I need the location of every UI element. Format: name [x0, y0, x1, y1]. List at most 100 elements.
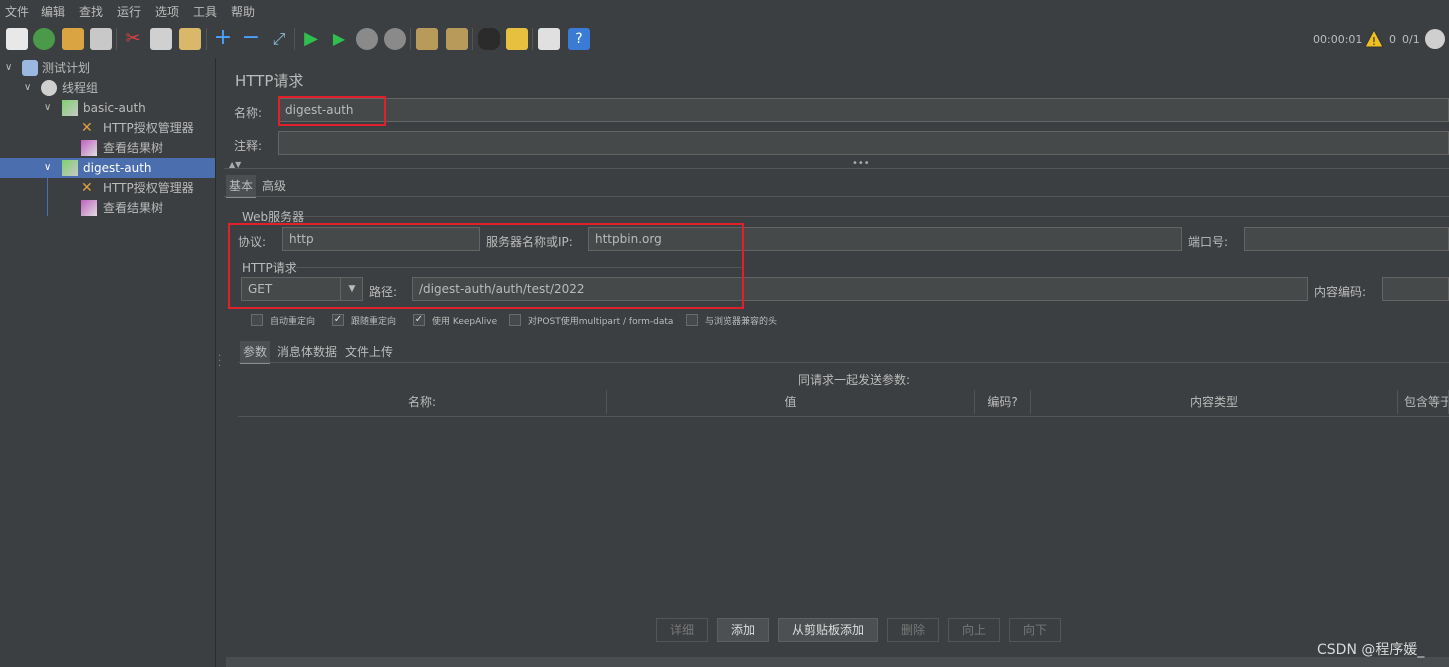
sampler-icon — [62, 160, 78, 176]
toggle-icon[interactable]: ⤢ — [268, 28, 290, 50]
move-down-button[interactable]: 向下 — [1009, 618, 1061, 642]
reset-search-icon[interactable] — [506, 28, 528, 50]
test-plan-tree: ∨ 测试计划 ∨ 线程组 ∨ basic-auth ✕ HTTP授权管理器 查看… — [0, 58, 216, 667]
splitter-grip-icon[interactable]: · · · — [218, 352, 221, 372]
encoding-field[interactable] — [1382, 277, 1449, 301]
toolbar: ✂ + − ⤢ ▶ ▶ ? 00:00:01 ! 0 0/1 — [0, 22, 1449, 59]
name-label: 名称: — [234, 106, 263, 120]
toolbar-separator — [472, 28, 473, 50]
toolbar-separator — [532, 28, 533, 50]
keepalive-checkbox[interactable]: ✓ — [413, 314, 425, 326]
remote-status-icon — [1425, 29, 1445, 49]
tools-icon: ✕ — [81, 180, 93, 196]
menu-search[interactable]: 查找 — [79, 3, 103, 20]
start-icon[interactable]: ▶ — [300, 28, 322, 50]
tree-node-auth-manager[interactable]: ✕ HTTP授权管理器 — [0, 118, 215, 138]
menu-file[interactable]: 文件 — [5, 3, 29, 20]
browser-headers-label: 与浏览器兼容的头 — [705, 317, 778, 327]
delete-button[interactable]: 删除 — [887, 618, 939, 642]
toolbar-separator — [116, 28, 117, 50]
menu-tools[interactable]: 工具 — [193, 3, 217, 20]
paste-icon[interactable] — [179, 28, 201, 50]
divider — [224, 168, 1449, 169]
section-divider — [304, 216, 1449, 217]
tab-parameters[interactable]: 参数 — [240, 341, 271, 364]
clear-all-icon[interactable] — [446, 28, 468, 50]
warning-icon[interactable]: ! — [1364, 29, 1384, 49]
function-helper-icon[interactable] — [538, 28, 560, 50]
name-field[interactable]: digest-auth — [278, 98, 1449, 122]
menu-options[interactable]: 选项 — [155, 3, 179, 20]
watermark: CSDN @程序媛_ — [1317, 642, 1425, 658]
tree-node-auth-manager[interactable]: ✕ HTTP授权管理器 — [0, 178, 215, 198]
keepalive-label: 使用 KeepAlive — [432, 317, 498, 327]
column-value[interactable]: 值 — [607, 390, 975, 414]
auto-redirect-label: 自动重定向 — [270, 317, 316, 327]
tree-node-digest-auth[interactable]: ∨ digest-auth — [0, 158, 215, 178]
tab-divider — [238, 362, 1449, 363]
tree-node-results-tree[interactable]: 查看结果树 — [0, 198, 215, 218]
templates-icon[interactable] — [33, 28, 55, 50]
params-caption: 同请求一起发送参数: — [798, 373, 911, 387]
port-field[interactable] — [1244, 227, 1449, 251]
tab-body-data[interactable]: 消息体数据 — [274, 341, 340, 362]
tree-node-test-plan[interactable]: ∨ 测试计划 — [0, 58, 215, 78]
tab-file-upload[interactable]: 文件上传 — [342, 341, 396, 362]
chevron-down-icon[interactable]: ∨ — [5, 58, 12, 78]
toolbar-separator — [410, 28, 411, 50]
open-icon[interactable] — [62, 28, 84, 50]
column-name[interactable]: 名称: — [238, 390, 607, 414]
collapse-icon[interactable]: − — [240, 27, 262, 50]
menu-bar: 文件 编辑 查找 运行 选项 工具 帮助 — [0, 0, 1449, 22]
search-icon[interactable] — [478, 28, 500, 50]
copy-icon[interactable] — [150, 28, 172, 50]
column-content-type[interactable]: 内容类型 — [1031, 390, 1398, 414]
clear-icon[interactable] — [416, 28, 438, 50]
tab-advanced[interactable]: 高级 — [259, 175, 289, 196]
listener-icon — [81, 200, 97, 216]
column-encode[interactable]: 编码? — [975, 390, 1031, 414]
tree-label: basic-auth — [83, 101, 146, 115]
move-up-button[interactable]: 向上 — [948, 618, 1000, 642]
start-no-pause-icon[interactable]: ▶ — [328, 28, 350, 50]
stop-icon[interactable] — [356, 28, 378, 50]
chevron-down-icon[interactable]: ∨ — [44, 158, 51, 178]
browser-headers-checkbox[interactable] — [686, 314, 698, 326]
comment-field[interactable] — [278, 131, 1449, 155]
tree-node-thread-group[interactable]: ∨ 线程组 — [0, 78, 215, 98]
save-icon[interactable] — [90, 28, 112, 50]
highlight-box — [228, 223, 744, 309]
port-label: 端口号: — [1188, 235, 1229, 249]
encoding-label: 内容编码: — [1314, 285, 1367, 299]
column-include-equals[interactable]: 包含等于 — [1398, 390, 1449, 414]
add-from-clipboard-button[interactable]: 从剪贴板添加 — [778, 618, 878, 642]
comment-label: 注释: — [234, 139, 263, 153]
page-title: HTTP请求 — [235, 72, 304, 90]
chevron-down-icon[interactable]: ∨ — [44, 98, 51, 118]
highlight-box — [278, 96, 386, 126]
tab-basic[interactable]: 基本 — [226, 175, 257, 198]
multipart-checkbox[interactable] — [509, 314, 521, 326]
auto-redirect-checkbox[interactable] — [251, 314, 263, 326]
menu-run[interactable]: 运行 — [117, 3, 141, 20]
menu-edit[interactable]: 编辑 — [41, 3, 65, 20]
add-button[interactable]: 添加 — [717, 618, 769, 642]
chevron-down-icon[interactable]: ∨ — [24, 78, 31, 98]
thread-count: 0/1 — [1402, 33, 1420, 46]
horizontal-scrollbar[interactable] — [226, 657, 1449, 667]
expand-icon[interactable]: + — [212, 27, 234, 50]
shutdown-icon[interactable] — [384, 28, 406, 50]
panel-splitter[interactable]: · · · — [216, 58, 224, 667]
tree-node-basic-auth[interactable]: ∨ basic-auth — [0, 98, 215, 118]
detail-button[interactable]: 详细 — [656, 618, 708, 642]
cut-icon[interactable]: ✂ — [122, 28, 144, 50]
elapsed-time: 00:00:01 — [1313, 33, 1363, 46]
tree-node-results-tree[interactable]: 查看结果树 — [0, 138, 215, 158]
help-icon[interactable]: ? — [568, 28, 590, 50]
new-icon[interactable] — [6, 28, 28, 50]
listener-icon — [81, 140, 97, 156]
multipart-label: 对POST使用multipart / form-data — [528, 317, 674, 327]
menu-help[interactable]: 帮助 — [231, 3, 255, 20]
flask-icon — [22, 60, 38, 76]
follow-redirect-checkbox[interactable]: ✓ — [332, 314, 344, 326]
